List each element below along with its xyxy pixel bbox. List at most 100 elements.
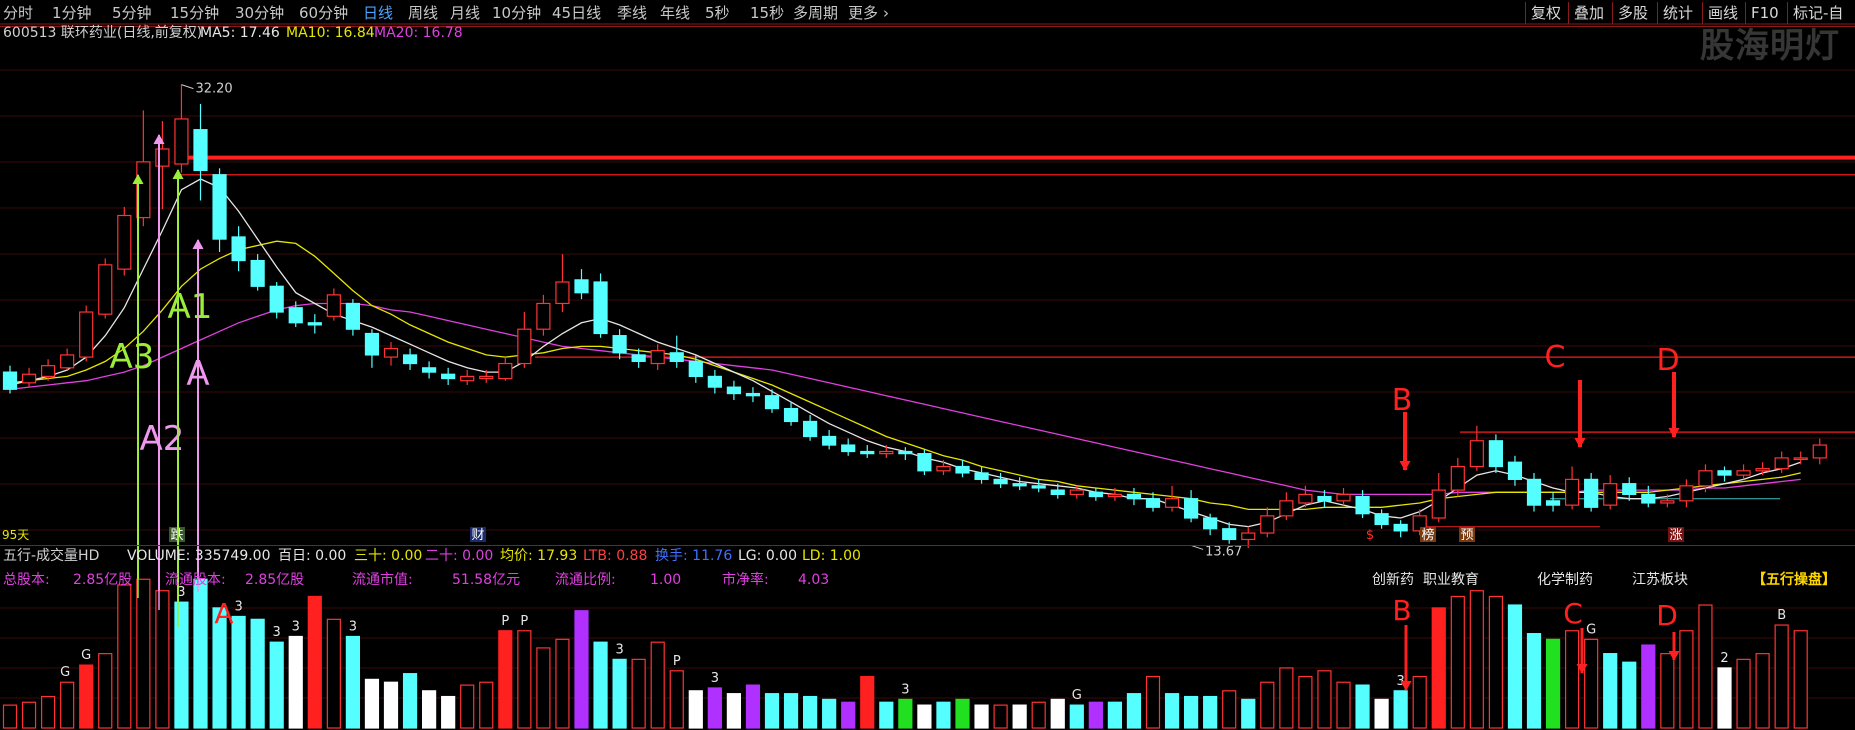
volume-bar (726, 693, 742, 729)
candle-body (536, 302, 551, 330)
candle (1279, 492, 1294, 521)
candle (917, 449, 932, 476)
volume-mark: P (520, 614, 528, 629)
candle (1336, 487, 1351, 506)
candle-body (822, 435, 837, 446)
annotation-label: A3 (110, 337, 155, 377)
candle-body (1698, 470, 1713, 487)
candle (498, 357, 513, 381)
candle-body (1584, 478, 1599, 508)
fundamental-value: 4.03 (798, 572, 830, 588)
volume-bar (117, 584, 132, 729)
candle (745, 387, 761, 403)
volume-bar (993, 704, 1008, 729)
volume-bar (1050, 698, 1065, 729)
candle (726, 380, 742, 400)
volume-bar (1355, 684, 1370, 729)
event-marker: 财 (471, 528, 484, 543)
candle (898, 447, 913, 461)
huanshou-value: 换手: 11.76 (655, 548, 733, 564)
sector-tag[interactable]: 江苏板块 (1632, 571, 1688, 589)
candle (955, 460, 970, 478)
volume-bar (174, 601, 189, 729)
volume-bar (612, 658, 627, 729)
low-price-label: 13.67 (1205, 544, 1242, 559)
kline-chart[interactable]: 32.2013.6795天跌财$榜预涨A3A2A1ABCDGG33333P33P… (0, 0, 1855, 730)
volume-mark: B (1777, 608, 1786, 623)
candle (1126, 487, 1142, 506)
candle-body (1279, 500, 1294, 517)
volume-annotation: A (214, 597, 233, 630)
candle-body (250, 259, 265, 287)
candle-body (231, 236, 246, 262)
annotation-label: C (1545, 340, 1566, 375)
candle-body (1622, 483, 1637, 496)
volume-annotation: B (1392, 594, 1411, 627)
candle (1584, 472, 1599, 512)
candle (193, 103, 208, 201)
volume-bar (479, 681, 494, 729)
volume-bar (555, 638, 570, 729)
volume-bar (345, 635, 360, 729)
candle-body (307, 322, 322, 326)
candle (155, 121, 170, 210)
candle (1393, 520, 1408, 538)
candle-body (1183, 498, 1199, 519)
volume-bar (917, 704, 932, 729)
volume-bar (669, 670, 684, 729)
candle-body (1545, 500, 1561, 506)
candle-body (1260, 515, 1275, 534)
candle-body (2, 371, 18, 390)
sector-tag[interactable]: 创新药 (1372, 571, 1414, 589)
volume-bar (822, 698, 837, 729)
volume-bar (1622, 661, 1637, 729)
candle (1088, 487, 1103, 501)
sector-tag[interactable]: 化学制药 (1537, 571, 1593, 589)
volume-mark: P (673, 654, 681, 669)
candle (822, 430, 837, 450)
volume-bar (269, 641, 284, 729)
candle-body (917, 453, 932, 472)
low-pointer (1190, 544, 1204, 550)
candle (841, 438, 856, 456)
candle (460, 369, 475, 385)
candle (707, 369, 722, 394)
candle (517, 312, 532, 368)
candle (1622, 477, 1637, 501)
volume-bar (1793, 630, 1808, 729)
volume-mark: G (1586, 622, 1596, 637)
volume-bar (593, 641, 608, 729)
volume-bar (517, 630, 532, 729)
volume-bar (1126, 693, 1142, 729)
candle-body (288, 307, 303, 324)
event-marker: 预 (1460, 528, 1473, 543)
sector-tag[interactable]: 职业教育 (1423, 571, 1479, 589)
volume-bar (783, 693, 799, 729)
candle (802, 415, 818, 441)
candle (764, 389, 780, 413)
fundamental-label: 流通市值: (352, 572, 413, 588)
candle (879, 445, 894, 458)
lg-value: LG: 0.00 (738, 548, 797, 564)
candle-body (1012, 483, 1027, 487)
candle-body (1107, 493, 1123, 498)
volume-bar (193, 578, 208, 729)
volume-bar (1393, 690, 1408, 729)
volume-bar (1469, 590, 1484, 729)
b-arrow-head (1399, 460, 1411, 472)
candle-body (441, 373, 456, 380)
volume-bar (1164, 693, 1180, 729)
volume-bar (1222, 690, 1237, 729)
volume-bar (1526, 633, 1542, 729)
candle (250, 254, 265, 291)
candle-body (1222, 528, 1237, 541)
candle (536, 294, 551, 336)
volume-bar (326, 618, 341, 729)
high-price-label: 32.20 (195, 82, 232, 97)
volume-bar (1088, 701, 1103, 729)
sanshi-value: 三十: 0.00 (354, 548, 423, 564)
candle (1793, 451, 1808, 465)
candle (1012, 477, 1027, 491)
brand-tag: 【五行操盘】 (1752, 572, 1836, 588)
volume-bar (1660, 653, 1675, 729)
